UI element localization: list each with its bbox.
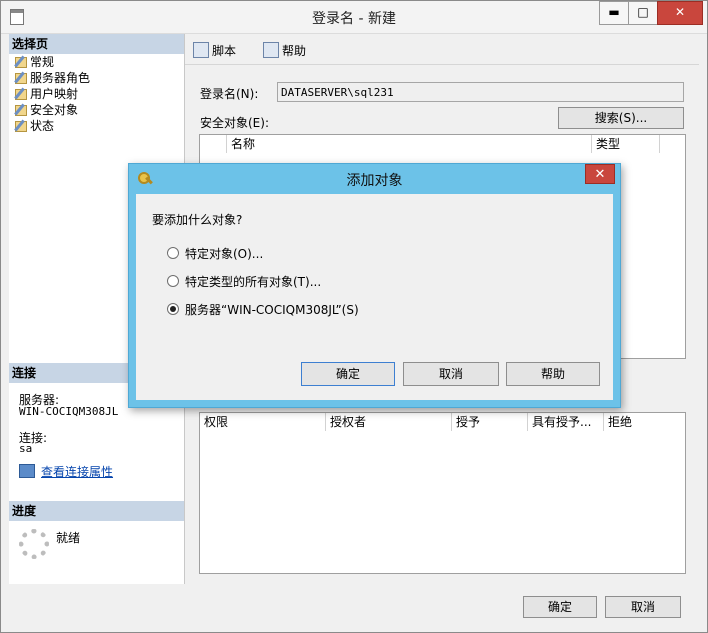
progress-status: 就绪 xyxy=(56,531,81,545)
radio-specific-objects[interactable] xyxy=(167,247,179,259)
select-page-header: 选择页 xyxy=(9,34,184,54)
title-bar: 登录名 - 新建 ▬ □ ✕ xyxy=(1,1,707,34)
minimize-button[interactable]: ▬ xyxy=(599,1,629,25)
dialog-title: 添加对象 xyxy=(346,173,403,189)
page-icon xyxy=(14,55,27,68)
dialog-help-button[interactable]: 帮助 xyxy=(506,362,600,386)
add-object-dialog: 添加对象 ✕ 要添加什么对象? 特定对象(O)... 特定类型的所有对象(T).… xyxy=(128,163,621,408)
page-item-user-mapping[interactable]: 用户映射 xyxy=(14,86,78,102)
progress-spinner-icon xyxy=(19,529,49,559)
dialog-ok-button[interactable]: 确定 xyxy=(301,362,395,386)
ok-button[interactable]: 确定 xyxy=(523,596,597,618)
radio-specific-objects-label[interactable]: 特定对象(O)... xyxy=(185,245,263,262)
dialog-close-button[interactable]: ✕ xyxy=(585,164,615,184)
dialog-body: 要添加什么对象? 特定对象(O)... 特定类型的所有对象(T)... 服务器“… xyxy=(136,194,613,400)
permissions-grid[interactable]: 权限 授权者 授予 具有授予... 拒绝 xyxy=(199,412,686,574)
connection-value: sa xyxy=(19,442,33,455)
script-button[interactable]: 脚本 xyxy=(193,42,236,59)
maximize-button[interactable]: □ xyxy=(628,1,658,25)
page-item-securables[interactable]: 安全对象 xyxy=(14,102,78,118)
toolbar: 脚本 帮助 xyxy=(185,34,699,65)
dialog-question: 要添加什么对象? xyxy=(152,213,243,227)
radio-server-label[interactable]: 服务器“WIN-COCIQM308JL”(S) xyxy=(185,301,359,318)
page-item-general[interactable]: 常规 xyxy=(14,54,54,70)
securables-label: 安全对象(E): xyxy=(200,116,269,130)
search-button[interactable]: 搜索(S)... xyxy=(558,107,684,129)
page-icon xyxy=(14,119,27,132)
column-permission[interactable]: 权限 xyxy=(200,413,326,431)
cancel-button[interactable]: 取消 xyxy=(605,596,681,618)
column-grant[interactable]: 授予 xyxy=(452,413,528,431)
progress-header: 进度 xyxy=(9,501,184,521)
page-icon xyxy=(14,87,27,100)
page-icon xyxy=(14,103,27,116)
grid-row-header xyxy=(200,135,227,153)
radio-all-objects-of-type[interactable] xyxy=(167,275,179,287)
help-toolbar-button[interactable]: 帮助 xyxy=(263,42,306,59)
column-grantor[interactable]: 授权者 xyxy=(326,413,452,431)
dialog-cancel-button[interactable]: 取消 xyxy=(403,362,499,386)
login-name-field[interactable]: DATASERVER\sql231 xyxy=(277,82,684,102)
column-type[interactable]: 类型 xyxy=(592,135,660,153)
login-name-label: 登录名(N): xyxy=(200,87,259,101)
page-item-server-roles[interactable]: 服务器角色 xyxy=(14,70,90,86)
radio-server[interactable] xyxy=(167,303,179,315)
close-button[interactable]: ✕ xyxy=(657,1,703,25)
page-icon xyxy=(14,71,27,84)
connection-properties-icon xyxy=(19,464,35,478)
server-value: WIN-COCIQM308JL xyxy=(19,405,119,418)
column-with-grant[interactable]: 具有授予... xyxy=(528,413,604,431)
page-item-status[interactable]: 状态 xyxy=(14,118,54,134)
column-name[interactable]: 名称 xyxy=(227,135,592,153)
radio-all-objects-of-type-label[interactable]: 特定类型的所有对象(T)... xyxy=(185,273,321,290)
help-icon xyxy=(263,42,279,58)
script-icon xyxy=(193,42,209,58)
column-deny[interactable]: 拒绝 xyxy=(604,413,682,431)
view-connection-properties-link[interactable]: 查看连接属性 xyxy=(19,463,113,480)
